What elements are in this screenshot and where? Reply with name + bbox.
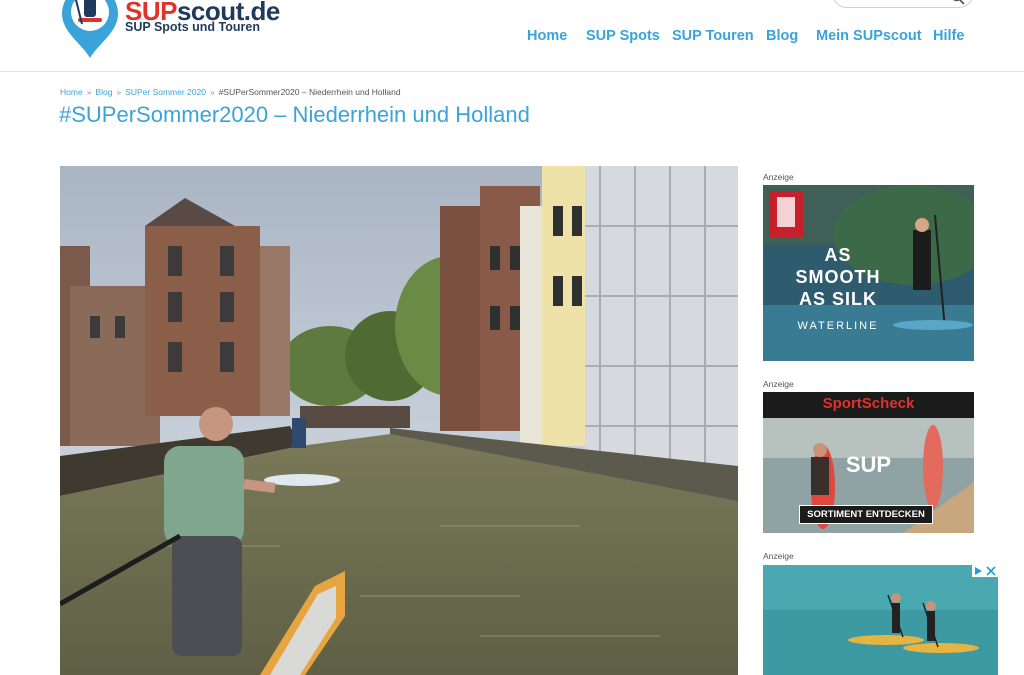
- site-header: SUPscout.de SUP Spots und Touren Home SU…: [0, 0, 1024, 72]
- breadcrumb-separator: »: [86, 87, 92, 97]
- breadcrumb-separator: »: [209, 87, 215, 97]
- nav-item-hilfe[interactable]: Hilfe: [933, 28, 964, 44]
- ad-headline-line2: SMOOTH: [795, 267, 881, 287]
- ad-banner-waterline[interactable]: AS SMOOTH AS SILK WATERLINE: [763, 185, 974, 361]
- breadcrumb-blog[interactable]: Blog: [95, 87, 112, 97]
- ad-third-image: [763, 565, 998, 675]
- nav-item-home[interactable]: Home: [527, 28, 567, 44]
- ad-headline-line1: AS: [824, 245, 852, 265]
- nav-item-sup-spots[interactable]: SUP Spots: [586, 28, 660, 44]
- ad-banner-sportscheck[interactable]: SportScheck SUP SORTIMENT ENTDECKEN: [763, 392, 974, 533]
- nav-item-blog[interactable]: Blog: [766, 28, 798, 44]
- breadcrumb-category[interactable]: SUPer Sommer 2020: [125, 87, 206, 97]
- main-navigation: Home SUP Spots SUP Touren Blog Mein SUPs…: [0, 28, 1024, 48]
- hero-image: [60, 166, 738, 675]
- hero-photo: [60, 166, 738, 675]
- page-title: #SUPerSommer2020 – Niederrhein und Holla…: [59, 102, 530, 127]
- ad-choices-icon[interactable]: [972, 565, 998, 577]
- ad-headline-line3: AS SILK: [798, 289, 877, 309]
- search-input[interactable]: [832, 0, 974, 8]
- ad-headline: SUP: [845, 452, 892, 477]
- ad-label: Anzeige: [763, 172, 794, 182]
- nav-item-mein-supscout[interactable]: Mein SUPscout: [816, 28, 922, 44]
- breadcrumb-home[interactable]: Home: [60, 87, 83, 97]
- breadcrumb-current: #SUPerSommer2020 – Niederrhein und Holla…: [218, 87, 401, 97]
- ad-label: Anzeige: [763, 379, 794, 389]
- breadcrumb: Home» Blog» SUPer Sommer 2020» #SUPerSommer…: [60, 87, 401, 97]
- ad-cta-button[interactable]: SORTIMENT ENTDECKEN: [799, 505, 933, 524]
- ad-label: Anzeige: [763, 551, 794, 561]
- ad-brand: SportScheck: [822, 395, 915, 412]
- nav-item-sup-touren[interactable]: SUP Touren: [672, 28, 754, 44]
- breadcrumb-separator: »: [116, 87, 122, 97]
- ad-banner-third[interactable]: [763, 565, 998, 675]
- search-icon[interactable]: [951, 0, 965, 5]
- ad-tagline: WATERLINE: [797, 320, 879, 332]
